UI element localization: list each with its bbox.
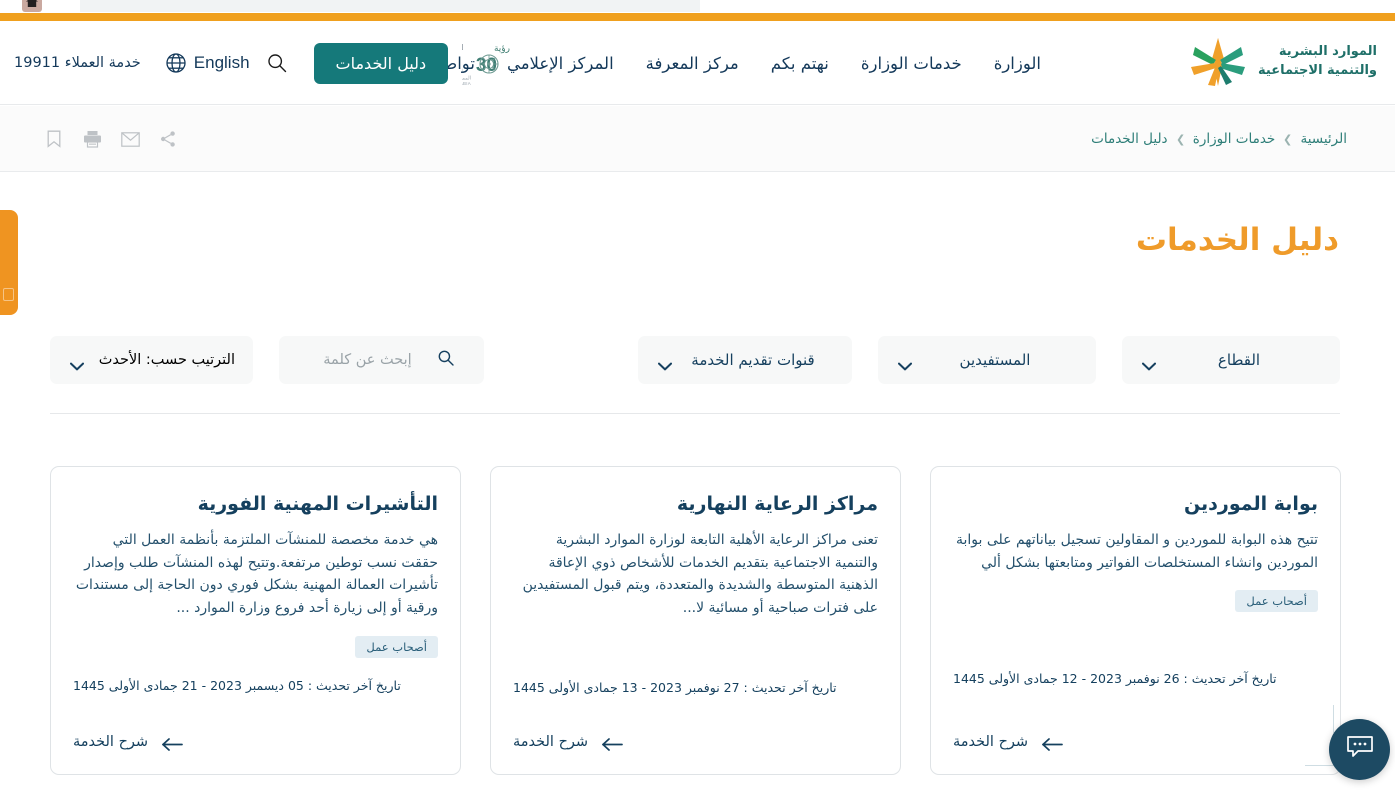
- service-updated-date: تاريخ آخر تحديث : 27 نوفمبر 2023 - 13 جم…: [513, 680, 837, 695]
- chat-bubble-icon: [1345, 734, 1375, 765]
- filter-channels-label: قنوات تقديم الخدمة: [691, 351, 815, 369]
- chat-guide-line-horizontal: [1305, 765, 1335, 766]
- email-icon[interactable]: [120, 129, 140, 149]
- service-card[interactable]: التأشيرات المهنية الفورية هي خدمة مخصصة …: [50, 466, 461, 775]
- share-icon[interactable]: [158, 129, 178, 149]
- ministry-brand[interactable]: الموارد البشرية والتنمية الاجتماعية: [1188, 35, 1377, 89]
- nav-item-knowledge[interactable]: مركز المعرفة: [644, 50, 741, 77]
- sort-select[interactable]: الترتيب حسب: الأحدث: [50, 336, 253, 384]
- arrow-left-icon: [161, 736, 183, 751]
- svg-text:2: 2: [462, 55, 463, 76]
- service-badge: أصحاب عمل: [355, 635, 438, 658]
- filter-beneficiaries[interactable]: المستفيدين: [878, 336, 1096, 384]
- browser-chrome: [0, 0, 1395, 13]
- svg-text:رؤية: رؤية: [494, 44, 510, 54]
- nav-item-we-care[interactable]: نهتم بكم: [769, 50, 831, 77]
- site-header: الموارد البشرية والتنمية الاجتماعية الوز…: [0, 21, 1395, 105]
- service-details-label: شرح الخدمة: [73, 734, 149, 750]
- page-title: دليل الخدمات: [1135, 222, 1339, 258]
- svg-text:VISION: VISION: [462, 43, 464, 52]
- filter-channels[interactable]: قنوات تقديم الخدمة: [638, 336, 852, 384]
- chevron-down-icon: [1142, 356, 1156, 370]
- nav-item-services[interactable]: خدمات الوزارة: [859, 50, 964, 77]
- chevron-left-icon: ❮: [1283, 132, 1293, 146]
- service-details-link[interactable]: شرح الخدمة: [513, 734, 623, 751]
- chat-guide-line-vertical: [1333, 705, 1334, 733]
- filter-bar: القطاع المستفيدين قنوات تقديم الخدمة إبح…: [50, 336, 1340, 384]
- service-description: تتيح هذه البوابة للموردين و المقاولين تس…: [956, 532, 1318, 571]
- service-title: مراكز الرعاية النهارية: [676, 493, 878, 515]
- service-card-grid: بوابة الموردين تتيح هذه البوابة للموردين…: [48, 466, 1341, 775]
- chevron-down-icon: [658, 356, 672, 370]
- service-details-label: شرح الخدمة: [953, 734, 1029, 750]
- ministry-logo-icon: [1188, 35, 1248, 89]
- breadcrumb-bar: الرئيسية ❮ خدمات الوزارة ❮ دليل الخدمات: [0, 106, 1395, 172]
- feedback-icon: [3, 288, 14, 301]
- customer-service-phone[interactable]: خدمة العملاء 19911: [14, 55, 141, 71]
- page-tools: [44, 106, 178, 172]
- svg-text:KINGDOM OF SAUDI ARABIA: KINGDOM OF SAUDI ARABIA: [462, 81, 471, 86]
- breadcrumb: الرئيسية ❮ خدمات الوزارة ❮ دليل الخدمات: [1091, 106, 1347, 172]
- search-icon: [437, 349, 455, 371]
- filter-divider: [50, 413, 1340, 414]
- chat-widget-button[interactable]: [1329, 719, 1390, 780]
- header-tools: خدمة العملاء 19911 English دليل الخدمات: [0, 21, 580, 105]
- globe-icon: [165, 52, 187, 74]
- chevron-left-icon: ❮: [1175, 132, 1185, 146]
- feedback-side-tab[interactable]: [0, 210, 18, 315]
- filter-sector[interactable]: القطاع: [1122, 336, 1340, 384]
- nav-item-ministry[interactable]: الوزارة: [992, 50, 1043, 77]
- ministry-name: الموارد البشرية والتنمية الاجتماعية: [1258, 44, 1377, 78]
- chevron-down-icon: [898, 356, 912, 370]
- filter-sector-label: القطاع: [1217, 351, 1261, 369]
- bookmark-icon[interactable]: [44, 129, 64, 149]
- service-badge: أصحاب عمل: [1235, 590, 1318, 613]
- arrow-left-icon: [1041, 736, 1063, 751]
- search-icon[interactable]: [266, 52, 288, 74]
- search-field[interactable]: [279, 336, 484, 384]
- language-switcher[interactable]: English: [165, 52, 250, 74]
- top-accent-bar: [0, 13, 1395, 21]
- service-title: التأشيرات المهنية الفورية: [197, 493, 438, 515]
- service-details-link[interactable]: شرح الخدمة: [953, 734, 1063, 751]
- service-updated-date: تاريخ آخر تحديث : 26 نوفمبر 2023 - 12 جم…: [953, 671, 1277, 686]
- sort-label: الترتيب حسب: الأحدث: [98, 352, 235, 368]
- service-card[interactable]: مراكز الرعاية النهارية تعنى مراكز الرعاي…: [490, 466, 901, 775]
- browser-tab[interactable]: [80, 0, 700, 12]
- service-card[interactable]: بوابة الموردين تتيح هذه البوابة للموردين…: [930, 466, 1341, 775]
- breadcrumb-item-current: دليل الخدمات: [1091, 131, 1168, 147]
- vision-2030-logo[interactable]: VISION رؤية 2 30 المملكة العربية ال: [404, 40, 538, 86]
- service-details-label: شرح الخدمة: [513, 734, 589, 750]
- breadcrumb-item-home[interactable]: الرئيسية: [1301, 131, 1348, 147]
- search-input[interactable]: [308, 352, 427, 368]
- breadcrumb-item-services[interactable]: خدمات الوزارة: [1193, 131, 1275, 147]
- filter-beneficiaries-label: المستفيدين: [959, 351, 1031, 369]
- service-title: بوابة الموردين: [1183, 493, 1318, 515]
- arrow-left-icon: [601, 736, 623, 751]
- chevron-down-icon: [70, 356, 84, 370]
- service-details-link[interactable]: شرح الخدمة: [73, 734, 183, 751]
- service-description: هي خدمة مخصصة للمنشآت الملتزمة بأنظمة ال…: [75, 532, 438, 617]
- language-label: English: [193, 53, 250, 72]
- print-icon[interactable]: [82, 129, 102, 149]
- site-favicon: [22, 0, 42, 12]
- service-description: تعنى مراكز الرعاية الأهلية التابعة لوزار…: [522, 532, 878, 617]
- services-guide-button[interactable]: دليل الخدمات: [313, 42, 449, 84]
- service-updated-date: تاريخ آخر تحديث : 05 ديسمبر 2023 - 21 جم…: [73, 678, 401, 693]
